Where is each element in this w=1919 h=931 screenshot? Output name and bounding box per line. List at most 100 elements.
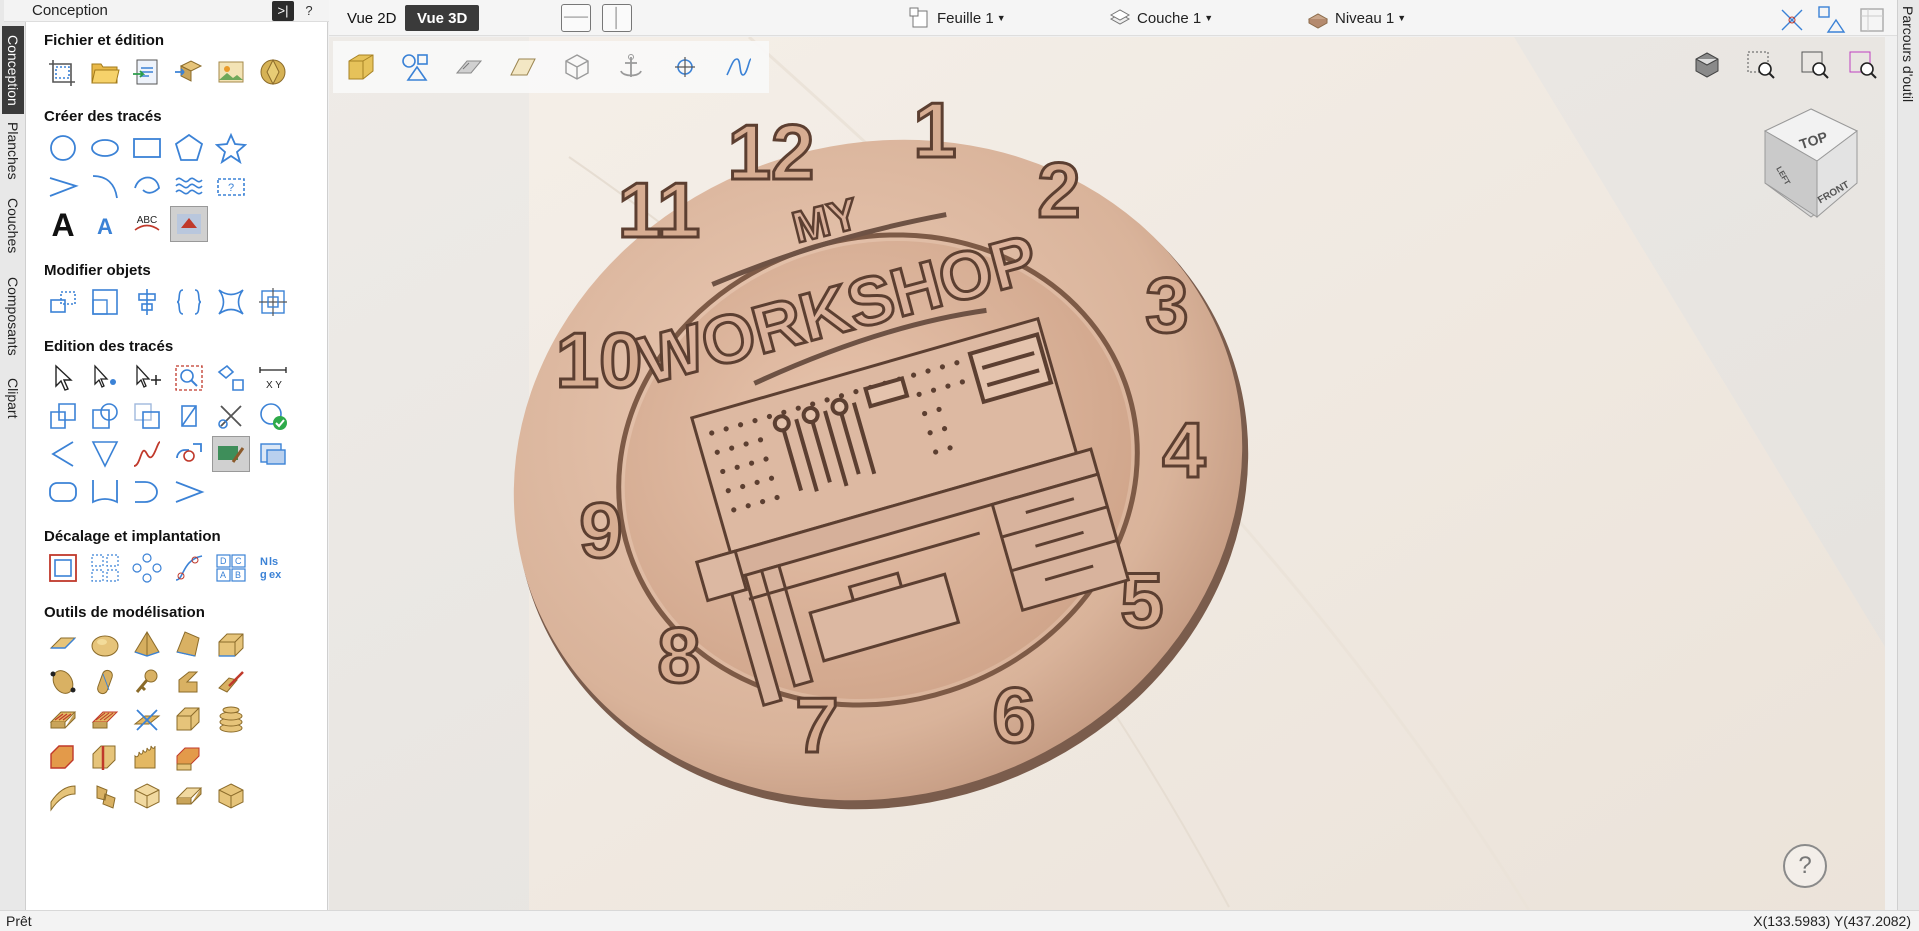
toolpath-icon[interactable]	[717, 45, 761, 89]
move-icon[interactable]	[44, 284, 82, 320]
turn-icon[interactable]	[86, 664, 124, 700]
wrap-icon[interactable]	[44, 778, 82, 814]
shapes-visibility-icon[interactable]	[393, 45, 437, 89]
level-dropdown[interactable]: Niveau 1 ▼	[1307, 6, 1406, 30]
scale-icon[interactable]	[86, 284, 124, 320]
help-button[interactable]: ?	[298, 1, 320, 21]
view-cube-toggle-icon[interactable]	[1685, 43, 1729, 87]
weld-icon[interactable]	[44, 398, 82, 434]
grid-toggle-icon[interactable]	[1853, 2, 1891, 38]
import-vectors-icon[interactable]	[128, 54, 166, 90]
cube-model-icon[interactable]	[212, 778, 250, 814]
measure-icon[interactable]: X Y	[254, 360, 292, 396]
material-icon[interactable]	[447, 45, 491, 89]
join-icon[interactable]	[170, 436, 208, 472]
select-icon[interactable]	[44, 360, 82, 396]
arc-icon[interactable]	[86, 168, 124, 204]
polyline-icon[interactable]	[44, 168, 82, 204]
tilt-icon[interactable]	[170, 740, 208, 776]
reset-model-icon[interactable]	[170, 778, 208, 814]
rectangle-icon[interactable]	[128, 130, 166, 166]
circle-icon[interactable]	[44, 130, 82, 166]
shape-editor-icon[interactable]	[44, 626, 82, 662]
layout-horizontal-button[interactable]	[561, 4, 591, 32]
vtab-planches[interactable]: Planches	[2, 116, 24, 186]
new-job-icon[interactable]	[44, 54, 82, 90]
bake-icon[interactable]	[44, 740, 82, 776]
help-icon[interactable]: ?	[1783, 844, 1827, 888]
shape-edit-icon[interactable]	[212, 360, 250, 396]
snap-icon[interactable]	[1773, 2, 1811, 38]
text-icon[interactable]: A	[44, 206, 82, 242]
draw-texture-icon[interactable]	[212, 436, 250, 472]
component-library-icon[interactable]	[254, 54, 292, 90]
texture-icon[interactable]	[44, 702, 82, 738]
navigation-cube[interactable]: TOP FRONT LEFT	[1751, 103, 1871, 223]
view-2d-button[interactable]: Vue 2D	[335, 5, 408, 31]
smooth-model-icon[interactable]	[170, 702, 208, 738]
zoom-selection-icon[interactable]	[1841, 43, 1885, 87]
circular-copy-icon[interactable]	[128, 550, 166, 586]
center-icon[interactable]	[254, 284, 292, 320]
text-outline-icon[interactable]: A	[86, 206, 124, 242]
sculpt-icon[interactable]	[212, 664, 250, 700]
anchor-icon[interactable]	[609, 45, 653, 89]
fire-model-icon[interactable]	[128, 740, 166, 776]
toolpaths-tab[interactable]: Parcours d'outil	[1897, 0, 1919, 910]
image-icon[interactable]	[254, 436, 292, 472]
offset-lines-icon[interactable]	[170, 474, 208, 510]
pin-model-icon[interactable]	[128, 664, 166, 700]
vtab-composants[interactable]: Composants	[2, 268, 24, 364]
copy-along-vector-icon[interactable]	[170, 550, 208, 586]
fillet-icon[interactable]	[44, 436, 82, 472]
align-icon[interactable]	[128, 284, 166, 320]
curve-icon[interactable]	[128, 168, 166, 204]
close-vector-icon[interactable]	[254, 398, 292, 434]
box-model-icon[interactable]	[128, 778, 166, 814]
slice-model-icon[interactable]	[128, 702, 166, 738]
stack-icon[interactable]	[212, 702, 250, 738]
chamfer-icon[interactable]	[86, 436, 124, 472]
transform-icon[interactable]	[128, 360, 166, 396]
ellipse-icon[interactable]	[86, 130, 124, 166]
vtab-couches[interactable]: Couches	[2, 192, 24, 260]
offset-icon[interactable]	[44, 550, 82, 586]
two-rail-sweep-icon[interactable]	[170, 626, 208, 662]
scissors-icon[interactable]	[212, 398, 250, 434]
star-icon[interactable]	[212, 130, 250, 166]
extend-icon[interactable]	[128, 474, 166, 510]
wave-icon[interactable]	[170, 168, 208, 204]
interactive-select-icon[interactable]	[170, 360, 208, 396]
intersect-icon[interactable]	[128, 398, 166, 434]
dimension-icon[interactable]: ?	[212, 168, 250, 204]
weave-icon[interactable]	[170, 664, 208, 700]
extrude-icon[interactable]	[212, 626, 250, 662]
import-component-icon[interactable]	[170, 54, 208, 90]
layout-vertical-button[interactable]	[602, 4, 632, 32]
auto-layout-icon[interactable]: Nls g ex	[254, 550, 292, 586]
vtab-clipart[interactable]: Clipart	[2, 370, 24, 426]
fade-icon[interactable]	[86, 740, 124, 776]
collapse-panel-button[interactable]: >|	[272, 0, 294, 21]
distort-icon[interactable]	[212, 284, 250, 320]
pyramid-icon[interactable]	[128, 626, 166, 662]
sheet-dropdown[interactable]: Feuille 1 ▼	[909, 6, 1006, 30]
cube-render-icon[interactable]	[339, 45, 383, 89]
dome-icon[interactable]	[86, 626, 124, 662]
text-on-curve-icon[interactable]: ABC	[128, 206, 166, 242]
slice-icon[interactable]	[170, 398, 208, 434]
texture-area-icon[interactable]	[86, 702, 124, 738]
shapes-toggle-icon[interactable]	[1813, 2, 1851, 38]
rounded-rect-icon[interactable]	[44, 474, 82, 510]
bitmap-trace-icon[interactable]	[170, 206, 208, 242]
array-copy-icon[interactable]	[86, 550, 124, 586]
subtract-icon[interactable]	[86, 398, 124, 434]
smooth-icon[interactable]	[128, 436, 166, 472]
vtab-conception[interactable]: Conception	[2, 26, 24, 114]
polygon-icon[interactable]	[170, 130, 208, 166]
merge-model-icon[interactable]	[86, 778, 124, 814]
zoom-box-icon[interactable]	[1739, 43, 1783, 87]
layer-dropdown[interactable]: Couche 1 ▼	[1109, 6, 1213, 30]
import-bitmap-icon[interactable]	[212, 54, 250, 90]
view-3d-button[interactable]: Vue 3D	[405, 5, 480, 31]
